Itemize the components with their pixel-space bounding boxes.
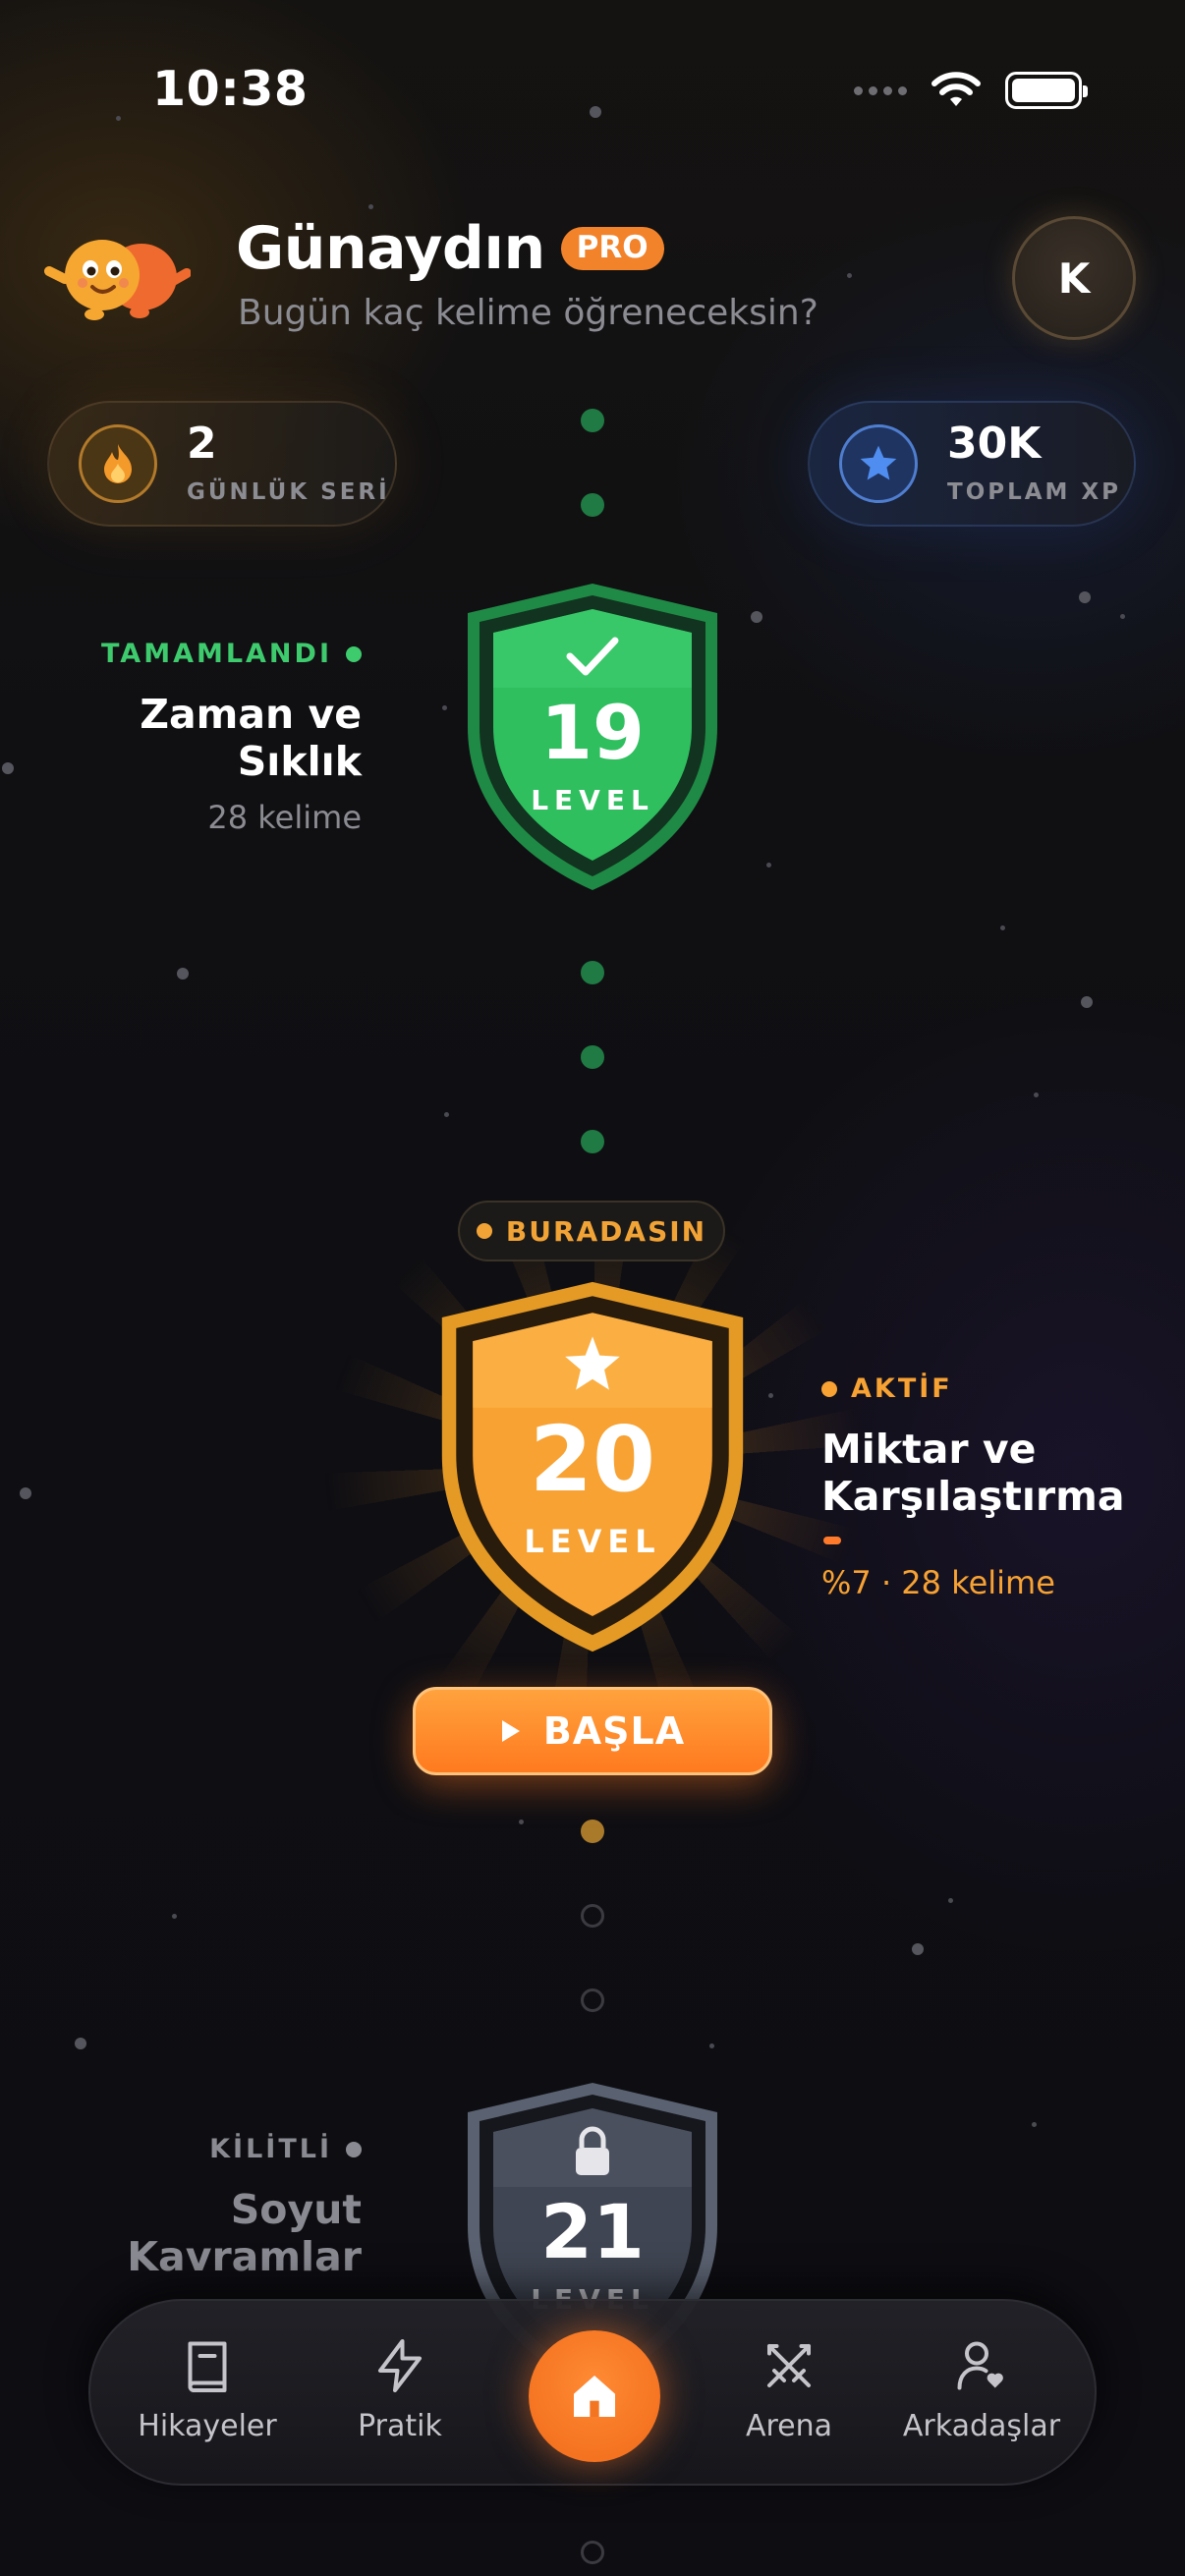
- bolt-icon: [378, 2339, 422, 2392]
- xp-label: TOPLAM XP: [947, 479, 1122, 505]
- status-dot: [821, 1380, 837, 1397]
- book-icon: [188, 2341, 227, 2392]
- home-icon: [574, 2376, 615, 2417]
- level-status: AKTİF: [851, 1373, 953, 1404]
- here-dot: [476, 1223, 492, 1239]
- level-label: LEVEL: [524, 1523, 661, 1560]
- level-20-info: AKTİF Miktar ve Karşılaştırma: [821, 1373, 1125, 1520]
- path-dot: [581, 1904, 604, 1928]
- streak-stat[interactable]: 2 GÜNLÜK SERİ: [47, 401, 397, 527]
- pro-badge: PRO: [560, 227, 664, 270]
- tab-label: Hikayeler: [138, 2409, 277, 2443]
- level-19-info: TAMAMLANDI Zaman ve Sıklık 28 kelime: [101, 639, 362, 836]
- start-button[interactable]: BAŞLA: [413, 1687, 772, 1775]
- start-button-label: BAŞLA: [542, 1709, 686, 1753]
- path-dot: [581, 1130, 604, 1153]
- path-dot: [581, 493, 604, 517]
- cellular-signal-icon: [854, 85, 907, 95]
- star-icon: [839, 424, 918, 503]
- xp-value: 30K: [947, 419, 1042, 469]
- tab-label: Pratik: [358, 2409, 442, 2443]
- status-dot: [346, 2141, 362, 2157]
- status-icons: [854, 71, 1088, 110]
- level-20-shield[interactable]: 20 LEVEL: [432, 1277, 753, 1656]
- level-title-line1: Zaman ve: [140, 691, 362, 738]
- level-status: TAMAMLANDI: [100, 639, 332, 669]
- status-time: 10:38: [152, 61, 309, 117]
- xp-stat[interactable]: 30K TOPLAM XP: [808, 401, 1136, 527]
- tab-label: Arena: [745, 2409, 833, 2443]
- level-title-line2: Karşılaştırma: [821, 1473, 1125, 1520]
- play-icon: [501, 1720, 520, 1742]
- level-word-count: 28 kelime: [207, 799, 362, 836]
- you-are-here-label: BURADASIN: [505, 1214, 707, 1248]
- profile-avatar[interactable]: K: [1012, 216, 1136, 340]
- level-number: 19: [540, 689, 645, 776]
- path-dot: [581, 409, 604, 432]
- level-21-info: KİLİTLİ Soyut Kavramlar: [127, 2134, 362, 2280]
- path-dot: [581, 961, 604, 984]
- level-number: 21: [540, 2188, 645, 2275]
- flame-icon: [79, 424, 157, 503]
- avatar-initial: K: [1057, 253, 1091, 303]
- greeting-row: Günaydın PRO: [236, 214, 664, 283]
- battery-icon: [1005, 72, 1088, 109]
- path-dot: [581, 1988, 604, 2012]
- greeting-subtitle: Bugün kaç kelime öğreneceksin?: [238, 293, 818, 333]
- tab-stories[interactable]: Hikayeler: [124, 2336, 291, 2443]
- tab-friends[interactable]: Arkadaşlar: [898, 2336, 1065, 2443]
- level-label: LEVEL: [531, 784, 654, 816]
- path-dot: [581, 1820, 604, 1843]
- path-dot: [581, 2541, 604, 2564]
- friend-heart-icon: [957, 2341, 1003, 2390]
- level-19-shield[interactable]: 19 LEVEL: [460, 580, 725, 894]
- level-number: 20: [529, 1407, 656, 1512]
- swords-icon: [767, 2344, 811, 2387]
- level-progress-fill: [823, 1537, 841, 1544]
- level-progress-text: %7 · 28 kelime: [821, 1564, 1055, 1601]
- level-title-line2: Sıklık: [237, 738, 362, 785]
- tab-label: Arkadaşlar: [902, 2409, 1061, 2443]
- path-dot: [581, 1045, 604, 1069]
- tab-home[interactable]: [529, 2330, 660, 2462]
- bottom-tab-bar: Hikayeler Pratik Arena Arkadaşlar: [88, 2299, 1097, 2486]
- mascot-logo: [43, 220, 192, 328]
- tab-practice[interactable]: Pratik: [316, 2336, 483, 2443]
- wifi-icon: [931, 72, 981, 106]
- you-are-here-pill: BURADASIN: [458, 1201, 725, 1261]
- level-title-line2: Kavramlar: [127, 2233, 362, 2280]
- status-dot: [346, 645, 362, 662]
- streak-value: 2: [187, 419, 217, 469]
- level-progress-bar: [823, 1537, 971, 1544]
- level-status: KİLİTLİ: [209, 2134, 332, 2164]
- tab-arena[interactable]: Arena: [705, 2336, 873, 2443]
- level-title-line1: Miktar ve: [821, 1426, 1037, 1473]
- greeting-title: Günaydın: [236, 214, 545, 283]
- streak-label: GÜNLÜK SERİ: [187, 479, 390, 505]
- level-title-line1: Soyut: [230, 2186, 362, 2233]
